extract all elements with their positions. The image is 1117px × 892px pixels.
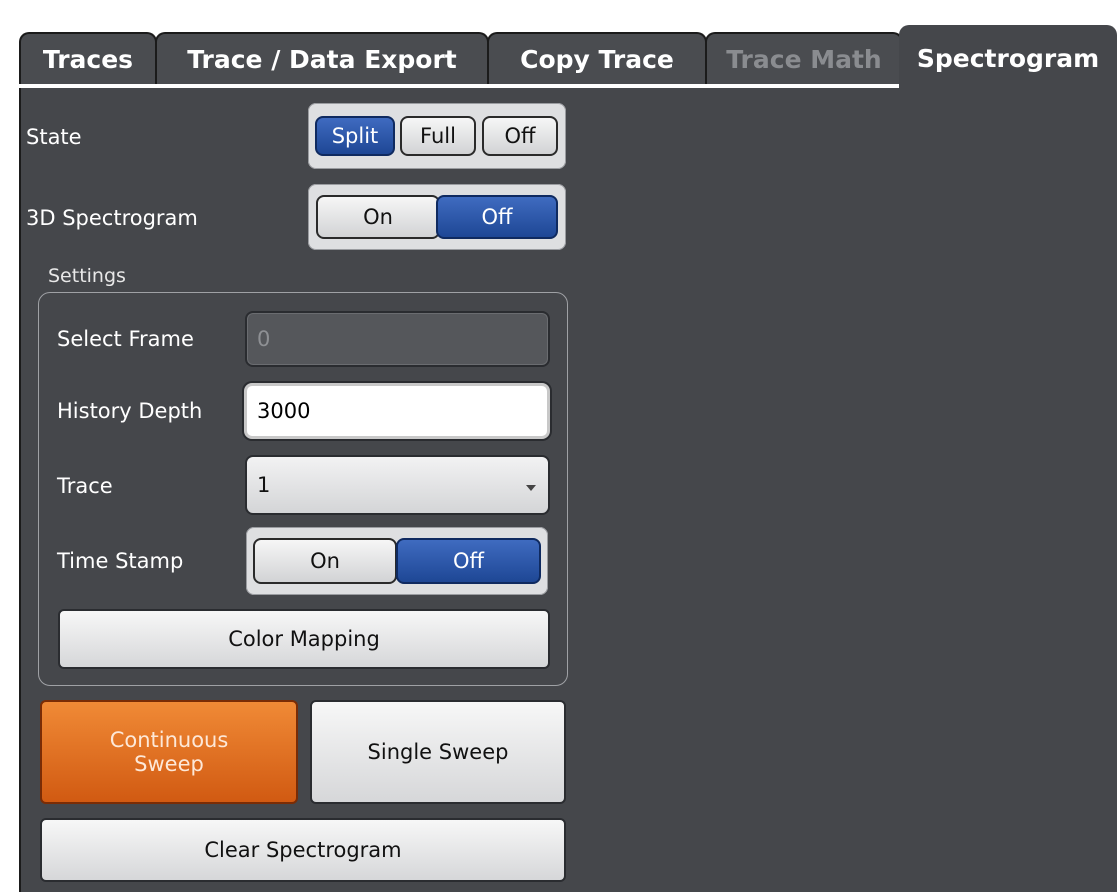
settings-title: Settings [48,265,126,287]
tab-copy-trace[interactable]: Copy Trace [487,32,707,84]
tab-traces[interactable]: Traces [19,32,157,84]
3d-spectrogram-on-button[interactable]: On [316,195,440,239]
tab-trace-data-export[interactable]: Trace / Data Export [155,32,489,84]
state-full-button[interactable]: Full [400,116,476,156]
trace-select[interactable]: 1 [245,455,550,515]
clear-spectrogram-button[interactable]: Clear Spectrogram [40,818,566,882]
history-depth-label: History Depth [57,399,203,423]
tab-bar: Traces Trace / Data Export Copy Trace Tr… [19,25,1117,88]
state-off-button[interactable]: Off [482,116,558,156]
select-frame-label: Select Frame [57,327,194,351]
state-label: State [26,125,82,149]
trace-select-value: 1 [257,473,271,497]
time-stamp-label: Time Stamp [57,549,184,573]
chevron-down-icon [526,485,536,491]
single-sweep-button[interactable]: Single Sweep [310,700,566,804]
tab-trace-math[interactable]: Trace Math [705,32,903,84]
history-depth-input[interactable]: 3000 [244,383,550,439]
continuous-sweep-label-line2: Sweep [134,752,204,776]
3d-spectrogram-off-button[interactable]: Off [436,195,558,239]
time-stamp-toggle-group: On Off [246,527,548,595]
3d-spectrogram-toggle-group: On Off [308,184,566,250]
state-toggle-group: Split Full Off [308,103,566,169]
3d-spectrogram-label: 3D Spectrogram [26,206,198,230]
continuous-sweep-label-line1: Continuous [109,728,229,752]
time-stamp-on-button[interactable]: On [253,538,397,584]
state-split-button[interactable]: Split [315,116,395,156]
time-stamp-off-button[interactable]: Off [396,538,541,584]
continuous-sweep-button[interactable]: Continuous Sweep [40,700,298,804]
trace-label: Trace [57,474,113,498]
color-mapping-button[interactable]: Color Mapping [58,609,550,669]
tab-spectrogram[interactable]: Spectrogram [899,25,1117,88]
select-frame-input[interactable]: 0 [245,311,550,367]
